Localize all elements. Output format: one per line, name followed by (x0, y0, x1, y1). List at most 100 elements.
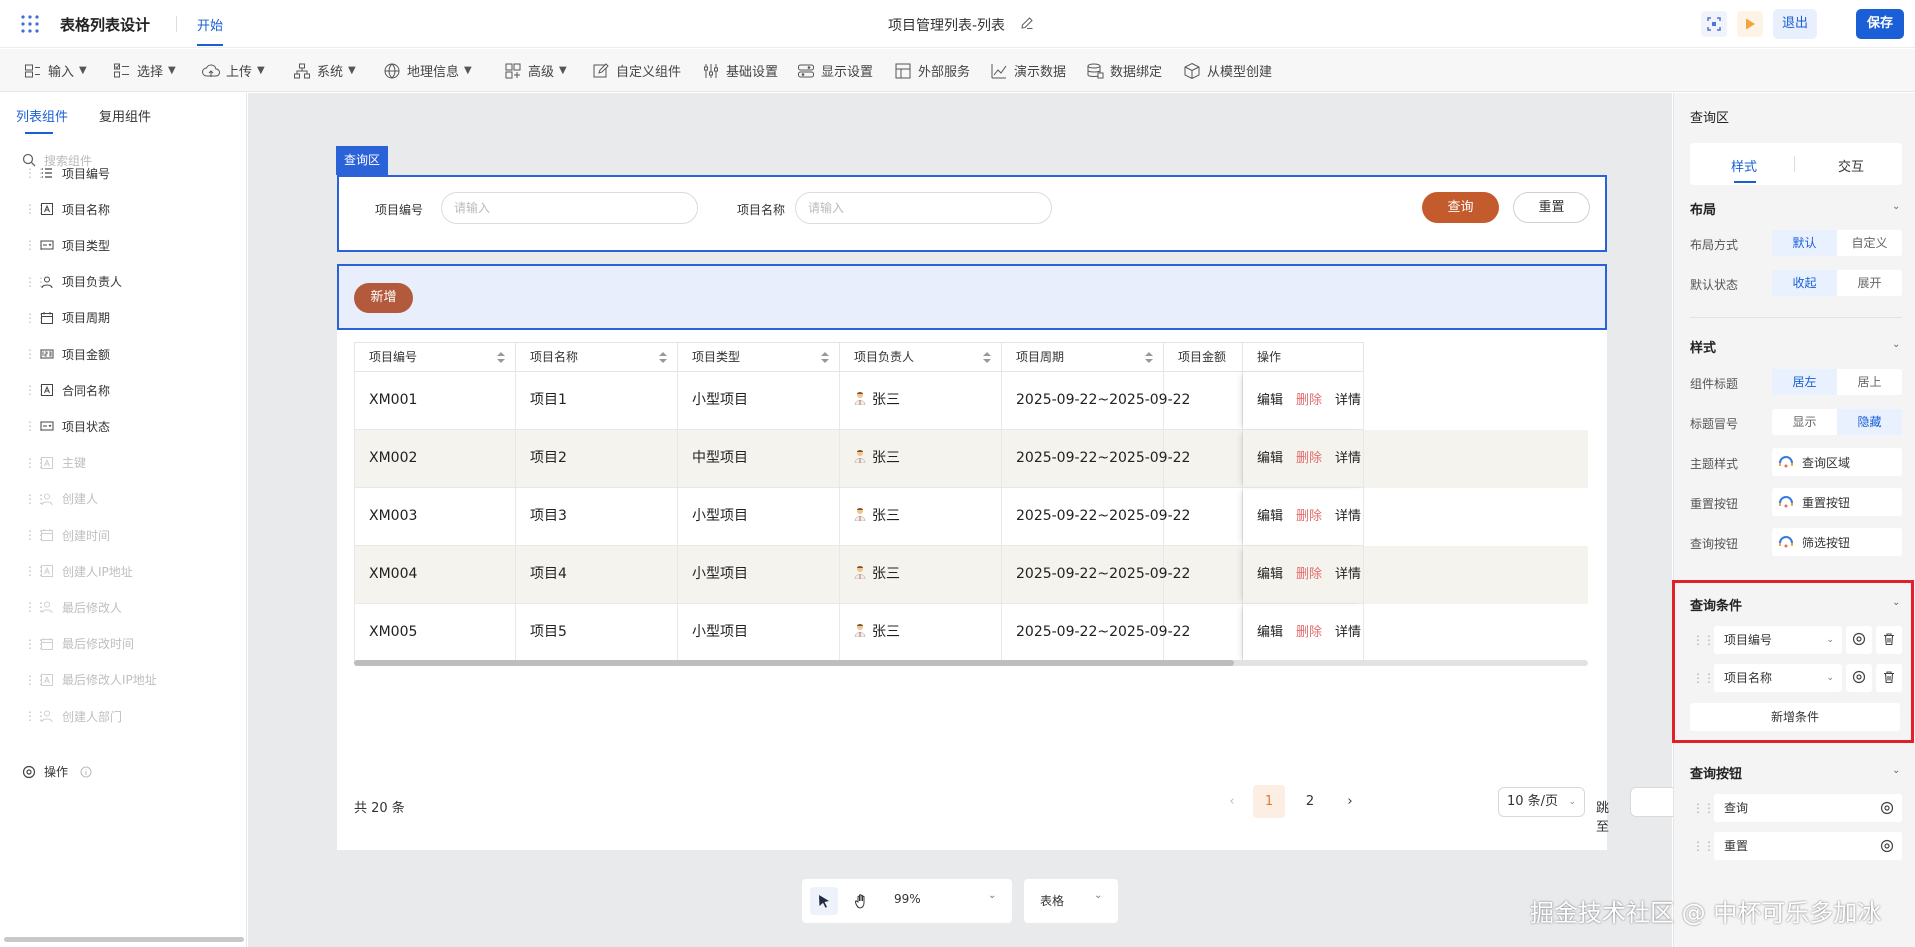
component-item[interactable]: ⋮⋮ 项目状态 (24, 416, 110, 436)
detail-link[interactable]: 详情 (1335, 625, 1361, 640)
component-item[interactable]: ⋮⋮ 项目名称 (24, 199, 110, 219)
tool-display-settings[interactable]: 显示设置 (797, 49, 873, 92)
page-size-select[interactable]: 10 条/页 ⌄ (1498, 787, 1585, 817)
edit-link[interactable]: 编辑 (1257, 625, 1283, 640)
component-title-toggle[interactable]: 居左 居上 (1772, 369, 1902, 395)
tool-upload[interactable]: 上传 ▼ (202, 49, 265, 92)
title-colon-toggle[interactable]: 显示 隐藏 (1772, 409, 1902, 435)
detail-link[interactable]: 详情 (1335, 567, 1361, 582)
edit-link[interactable]: 编辑 (1257, 509, 1283, 524)
query-button-item-1[interactable]: 查询 (1714, 794, 1902, 822)
next-page-button[interactable]: › (1335, 785, 1365, 818)
save-button[interactable]: 保存 (1856, 9, 1904, 39)
column-header[interactable]: 项目名称 (516, 342, 678, 372)
sort-icon[interactable] (1145, 352, 1153, 363)
horizontal-scrollbar[interactable] (4, 937, 244, 942)
query-button-style-picker[interactable]: 筛选按钮 (1772, 528, 1902, 556)
delete-link[interactable]: 删除 (1296, 625, 1322, 640)
chevron-down-icon[interactable]: ⌄ (988, 890, 996, 901)
column-header[interactable]: 项目周期 (1002, 342, 1164, 372)
tool-geo[interactable]: 地理信息 ▼ (383, 49, 472, 92)
colon-show[interactable]: 显示 (1772, 409, 1837, 435)
tool-basic-settings[interactable]: 基础设置 (702, 49, 778, 92)
edit-link[interactable]: 编辑 (1257, 393, 1283, 408)
sort-icon[interactable] (659, 352, 667, 363)
chevron-down-icon[interactable]: ⌄ (1892, 201, 1900, 212)
section-layout-title[interactable]: 布局 (1690, 199, 1716, 218)
tool-system[interactable]: 系统 ▼ (293, 49, 356, 92)
tool-advanced[interactable]: 高级 ▼ (504, 49, 567, 92)
detail-link[interactable]: 详情 (1335, 451, 1361, 466)
title-align-top[interactable]: 居上 (1837, 369, 1902, 395)
tool-create-from-model[interactable]: 从模型创建 (1183, 49, 1272, 92)
zoom-level[interactable]: 99% (894, 892, 921, 906)
drag-handle-icon[interactable]: ⋮⋮ (1692, 839, 1715, 853)
component-item[interactable]: ⋮⋮ 合同名称 (24, 380, 110, 400)
tab-list-components[interactable]: 列表组件 (16, 106, 68, 125)
chevron-down-icon[interactable]: ⌄ (1892, 765, 1900, 776)
state-collapsed[interactable]: 收起 (1772, 270, 1837, 296)
edit-title-icon[interactable] (1020, 16, 1034, 30)
tool-demo-data[interactable]: 演示数据 (990, 49, 1066, 92)
tab-interaction[interactable]: 交互 (1838, 156, 1864, 175)
component-item[interactable]: ⋮⋮ 项目负责人 (24, 272, 122, 292)
reset-button[interactable]: 重置 (1513, 192, 1590, 223)
tab-style[interactable]: 样式 (1731, 156, 1757, 175)
colon-hide[interactable]: 隐藏 (1837, 409, 1902, 435)
delete-link[interactable]: 删除 (1296, 393, 1322, 408)
layout-mode-toggle[interactable]: 默认 自定义 (1772, 230, 1902, 256)
exit-button[interactable]: 退出 (1773, 9, 1817, 39)
section-style-title[interactable]: 样式 (1690, 337, 1716, 356)
layout-mode-default[interactable]: 默认 (1772, 230, 1837, 256)
query-button-item-2[interactable]: 重置 (1714, 832, 1902, 860)
component-item[interactable]: ⋮⋮ 项目金额 (24, 344, 110, 364)
hand-tool-button[interactable] (848, 887, 876, 915)
default-state-toggle[interactable]: 收起 展开 (1772, 270, 1902, 296)
sort-icon[interactable] (983, 352, 991, 363)
delete-link[interactable]: 删除 (1296, 451, 1322, 466)
column-header[interactable]: 项目编号 (354, 342, 516, 372)
tool-input[interactable]: 输入 ▼ (24, 49, 87, 92)
component-item[interactable]: ⋮⋮ 项目编号 (24, 163, 110, 183)
settings-icon[interactable] (1880, 839, 1894, 853)
apps-grid-icon[interactable] (20, 14, 40, 34)
table-horizontal-scrollbar[interactable] (354, 660, 1588, 666)
tool-data-binding[interactable]: 数据绑定 (1086, 49, 1162, 92)
prev-page-button[interactable]: ‹ (1217, 785, 1247, 818)
preview-button[interactable] (1737, 11, 1763, 37)
theme-style-picker[interactable]: 查询区域 (1772, 448, 1902, 476)
column-header[interactable]: 项目类型 (678, 342, 840, 372)
sort-icon[interactable] (821, 352, 829, 363)
page-1-button[interactable]: 1 (1253, 785, 1285, 818)
column-header[interactable]: 项目金额 (1164, 342, 1243, 372)
detail-link[interactable]: 详情 (1335, 393, 1361, 408)
project-name-input[interactable]: 请输入 (795, 192, 1052, 224)
column-header[interactable]: 操作 (1243, 342, 1364, 372)
view-mode-select[interactable]: 表格 ⌄ (1024, 879, 1118, 923)
detail-link[interactable]: 详情 (1335, 509, 1361, 524)
edit-link[interactable]: 编辑 (1257, 451, 1283, 466)
state-expanded[interactable]: 展开 (1837, 270, 1902, 296)
section-query-buttons-title[interactable]: 查询按钮 (1690, 763, 1742, 782)
tool-external-service[interactable]: 外部服务 (894, 49, 970, 92)
delete-link[interactable]: 删除 (1296, 567, 1322, 582)
edit-link[interactable]: 编辑 (1257, 567, 1283, 582)
project-id-input[interactable]: 请输入 (441, 192, 698, 224)
chevron-down-icon[interactable]: ⌄ (1892, 339, 1900, 350)
tool-select[interactable]: 选择 ▼ (113, 49, 176, 92)
component-item[interactable]: ⋮⋮ 项目类型 (24, 235, 110, 255)
select-tool-button[interactable] (810, 887, 838, 915)
component-item[interactable]: ⋮⋮ 项目周期 (24, 308, 110, 328)
add-button[interactable]: 新增 (354, 283, 413, 313)
delete-link[interactable]: 删除 (1296, 509, 1322, 524)
column-header[interactable]: 项目负责人 (840, 342, 1002, 372)
query-button[interactable]: 查询 (1422, 192, 1499, 223)
layout-mode-custom[interactable]: 自定义 (1837, 230, 1902, 256)
sort-icon[interactable] (497, 352, 505, 363)
reset-button-style-picker[interactable]: 重置按钮 (1772, 488, 1902, 516)
info-icon[interactable] (80, 766, 92, 778)
tab-reuse-components[interactable]: 复用组件 (99, 106, 151, 125)
operation-item[interactable]: 操作 (22, 763, 92, 780)
query-area[interactable]: 项目编号 请输入 项目名称 请输入 查询 重置 (337, 175, 1607, 252)
settings-icon[interactable] (1880, 801, 1894, 815)
